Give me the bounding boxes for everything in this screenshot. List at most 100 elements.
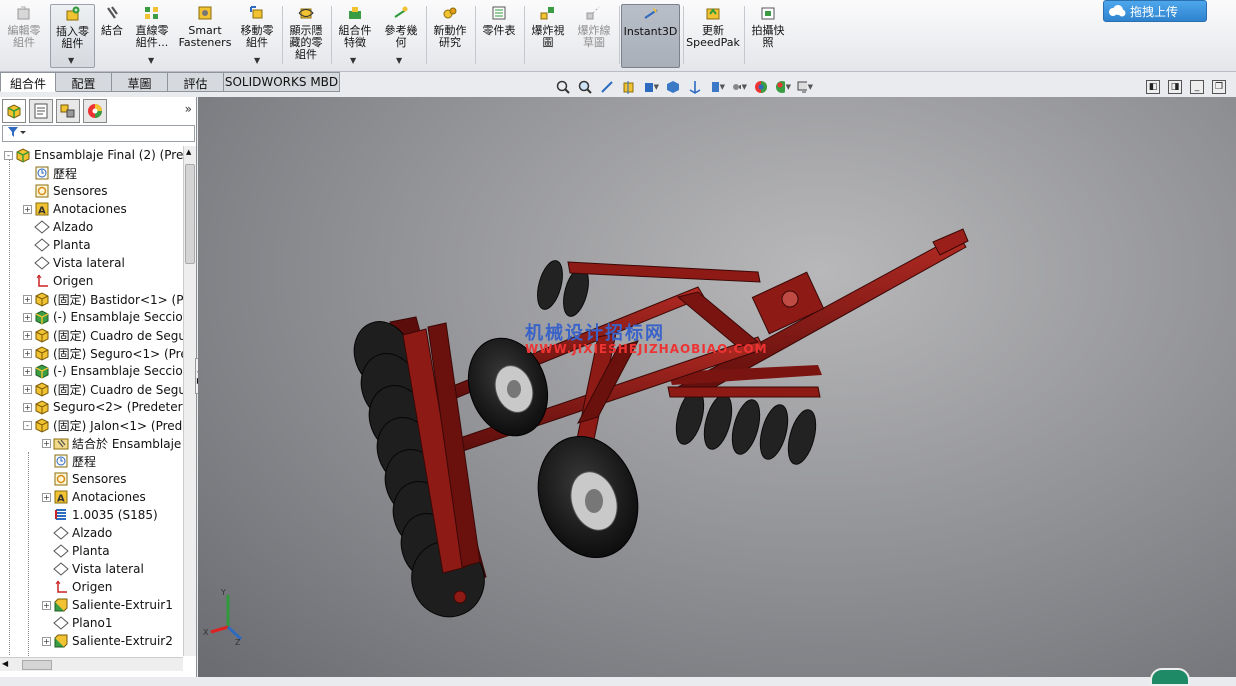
- tree-node[interactable]: Origen: [23, 272, 183, 290]
- tree-node[interactable]: Sensores: [23, 182, 183, 200]
- tree-node[interactable]: Vista lateral: [42, 560, 183, 578]
- instant3d-button[interactable]: Instant3D: [621, 4, 680, 68]
- expand-icon[interactable]: +: [23, 312, 32, 322]
- tree-node[interactable]: - Ensamblaje Final (2) (Predet: [4, 146, 183, 164]
- tab-sketch[interactable]: 草圖: [112, 72, 168, 92]
- view-orientation-icon[interactable]: ▼: [643, 79, 659, 95]
- tree-node[interactable]: + (固定) Bastidor<1> (Pred: [23, 290, 183, 308]
- tree-node[interactable]: - (固定) Jalon<1> (Predet: [23, 416, 183, 434]
- bom-button[interactable]: 零件表: [478, 4, 520, 68]
- expand-icon[interactable]: +: [42, 636, 51, 646]
- tree-node[interactable]: Origen: [42, 578, 183, 596]
- tree-node[interactable]: + (固定) Cuadro de Seguro: [23, 380, 183, 398]
- tree-vertical-scrollbar[interactable]: ▲: [183, 146, 196, 656]
- expand-icon[interactable]: +: [23, 330, 32, 340]
- update-speedpak-button[interactable]: 更新 SpeedPak: [686, 4, 740, 68]
- graphics-area[interactable]: Y X Z: [198, 97, 1236, 686]
- tab-evaluate[interactable]: 評估: [168, 72, 224, 92]
- exploded-view-button[interactable]: 爆炸視圖: [527, 4, 569, 68]
- expand-icon[interactable]: +: [42, 492, 51, 502]
- tree-node[interactable]: + Saliente-Extruir1: [42, 596, 183, 614]
- tree-horizontal-scrollbar[interactable]: ◀: [0, 657, 183, 671]
- expand-icon[interactable]: +: [23, 294, 32, 304]
- previous-view-icon[interactable]: [599, 79, 615, 95]
- realview-icon[interactable]: ▼: [775, 79, 791, 95]
- expand-icon[interactable]: +: [23, 384, 32, 394]
- take-snapshot-button[interactable]: 拍攝快照: [747, 4, 789, 68]
- drag-upload-button[interactable]: 拖拽上传: [1103, 0, 1207, 22]
- tab-layout[interactable]: 配置: [56, 72, 112, 92]
- zoom-to-fit-icon[interactable]: [555, 79, 571, 95]
- tab-solidworks-mbd[interactable]: SOLIDWORKS MBD: [224, 72, 340, 92]
- tree-node[interactable]: + 結合於 Ensamblaje Fir: [42, 434, 183, 452]
- move-component-dropdown-icon[interactable]: ▼: [254, 56, 260, 65]
- expand-icon[interactable]: +: [23, 366, 32, 376]
- property-manager-tab[interactable]: [29, 99, 53, 123]
- collapse-icon[interactable]: -: [23, 420, 32, 430]
- restore-icon[interactable]: ❐: [1212, 80, 1226, 94]
- new-motion-study-button[interactable]: 新動作 研究: [429, 4, 471, 68]
- panel-left-icon[interactable]: ◧: [1146, 80, 1160, 94]
- expand-icon[interactable]: +: [42, 600, 51, 610]
- tree-node[interactable]: Vista lateral: [23, 254, 183, 272]
- edit-component-button[interactable]: 編輯零 組件: [4, 4, 44, 68]
- tree-node[interactable]: Planta: [23, 236, 183, 254]
- tab-assembly[interactable]: 組合件: [0, 72, 56, 92]
- tree-node[interactable]: Planta: [42, 542, 183, 560]
- zoom-to-area-icon[interactable]: [577, 79, 593, 95]
- tree-node[interactable]: + Saliente-Extruir2: [42, 632, 183, 650]
- smart-fasteners-button[interactable]: Smart Fasteners: [178, 4, 232, 68]
- hide-show-items-icon[interactable]: [687, 79, 703, 95]
- edit-appearance-icon[interactable]: ▼: [709, 79, 725, 95]
- scroll-up-icon[interactable]: ▲: [186, 148, 191, 156]
- tree-node[interactable]: Plano1: [42, 614, 183, 632]
- tree-node[interactable]: 歷程: [23, 164, 183, 182]
- collapse-icon[interactable]: -: [4, 150, 13, 160]
- more-tabs-icon[interactable]: »: [185, 102, 192, 116]
- expand-icon[interactable]: +: [23, 402, 32, 412]
- configuration-manager-tab[interactable]: [56, 99, 80, 123]
- minimize-icon[interactable]: _: [1190, 80, 1204, 94]
- tree-node[interactable]: Alzado: [42, 524, 183, 542]
- explode-line-sketch-button[interactable]: 爆炸線 草圖: [572, 4, 616, 68]
- tree-node-label: Origen: [53, 274, 94, 288]
- tree-node[interactable]: + (-) Ensamblaje Seccion d: [23, 308, 183, 326]
- scroll-left-icon[interactable]: ◀: [2, 659, 8, 668]
- tree-node[interactable]: + A Anotaciones: [42, 488, 183, 506]
- apply-scene-icon[interactable]: [753, 79, 769, 95]
- toolbar-divider: [619, 6, 620, 64]
- assembly-features-dropdown-icon[interactable]: ▼: [350, 56, 356, 65]
- expand-icon[interactable]: +: [23, 348, 32, 358]
- view-settings-icon[interactable]: ▼: [731, 79, 747, 95]
- mate-button[interactable]: 結合: [98, 4, 126, 68]
- horizontal-scroll-thumb[interactable]: [22, 660, 52, 670]
- monitor-view-icon[interactable]: ▼: [797, 79, 813, 95]
- show-hidden-components-button[interactable]: 顯示隱 藏的零 組件: [286, 4, 326, 68]
- display-style-icon[interactable]: [665, 79, 681, 95]
- scroll-thumb[interactable]: [185, 164, 195, 264]
- tree-node[interactable]: 1.0035 (S185): [42, 506, 183, 524]
- subassembly-icon: [34, 309, 50, 325]
- tree-node[interactable]: + A Anotaciones: [23, 200, 183, 218]
- tree-node[interactable]: Alzado: [23, 218, 183, 236]
- tree-node[interactable]: + (固定) Seguro<1> (Prede: [23, 344, 183, 362]
- linear-pattern-dropdown-icon[interactable]: ▼: [148, 56, 154, 65]
- plane-icon: [53, 561, 69, 577]
- insert-component-dropdown-icon[interactable]: ▼: [68, 56, 74, 65]
- tree-node[interactable]: 歷程: [42, 452, 183, 470]
- tree-node-label: (-) Ensamblaje Seccion D: [53, 364, 183, 378]
- panel-right-icon[interactable]: ◨: [1168, 80, 1182, 94]
- section-view-icon[interactable]: [621, 79, 637, 95]
- display-manager-tab[interactable]: [83, 99, 107, 123]
- tree-node[interactable]: + (-) Ensamblaje Seccion D: [23, 362, 183, 380]
- tree-node[interactable]: Sensores: [42, 470, 183, 488]
- history-icon: [53, 453, 69, 469]
- expand-icon[interactable]: +: [23, 204, 32, 214]
- expand-icon[interactable]: +: [42, 438, 51, 448]
- reference-geometry-dropdown-icon[interactable]: ▼: [396, 56, 402, 65]
- tree-filter-field[interactable]: [2, 125, 195, 142]
- tree-node-label: (固定) Cuadro de Seguro: [53, 382, 183, 397]
- tree-node[interactable]: + (固定) Cuadro de Seguro: [23, 326, 183, 344]
- feature-manager-tab[interactable]: [2, 99, 26, 123]
- tree-node[interactable]: + Seguro<2> (Predetermir: [23, 398, 183, 416]
